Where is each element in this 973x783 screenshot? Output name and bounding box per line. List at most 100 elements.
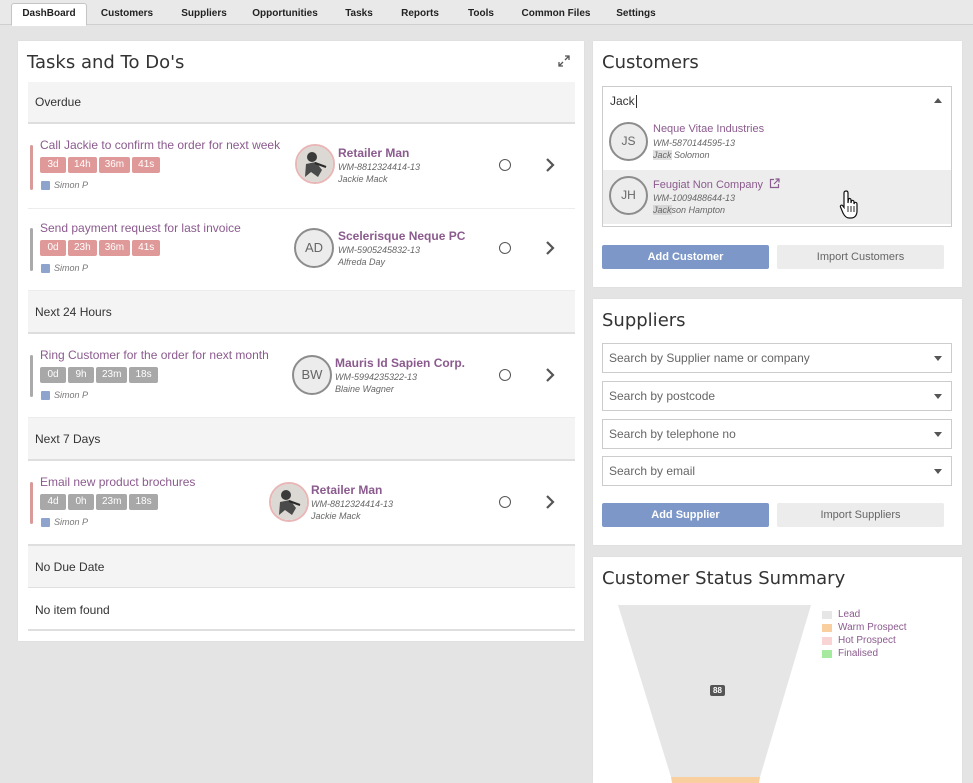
- task-priority-bar: [30, 145, 33, 190]
- customer-search-input[interactable]: Jack: [602, 86, 952, 116]
- complete-task-button[interactable]: [499, 242, 511, 254]
- countdown-seconds: 41s: [132, 157, 161, 173]
- task-title[interactable]: Email new product brochures: [40, 475, 195, 489]
- supplier-postcode-placeholder: Search by postcode: [609, 389, 716, 403]
- supplier-name-placeholder: Search by Supplier name or company: [609, 351, 810, 365]
- chevron-right-icon[interactable]: [545, 367, 555, 383]
- customers-panel: Customers Jack JS Neque Vitae Industries…: [593, 41, 962, 287]
- tab-opportunities[interactable]: Opportunities: [250, 4, 320, 24]
- customer-name[interactable]: Retailer Man: [338, 146, 409, 160]
- external-link-icon[interactable]: [769, 178, 780, 189]
- chevron-right-icon[interactable]: [545, 494, 555, 510]
- section-overdue: Overdue: [28, 82, 575, 124]
- suppliers-panel: Suppliers Search by Supplier name or com…: [593, 299, 962, 545]
- result-contact: Jackson Hampton: [653, 205, 726, 215]
- countdown-seconds: 41s: [132, 240, 161, 256]
- task-title[interactable]: Send payment request for last invoice: [40, 221, 241, 235]
- search-highlight: Jack: [653, 205, 672, 215]
- supplier-postcode-search[interactable]: Search by postcode: [602, 381, 952, 411]
- task-title[interactable]: Ring Customer for the order for next mon…: [40, 348, 269, 362]
- tab-reports[interactable]: Reports: [397, 4, 443, 24]
- funnel-segment-warm-prospect[interactable]: [671, 777, 760, 783]
- tab-tools[interactable]: Tools: [462, 4, 500, 24]
- owner-color-icon: [41, 180, 50, 190]
- customer-id: WM-8812324414-13: [338, 162, 421, 172]
- task-row: Email new product brochures 4d 0h 23m 18…: [28, 462, 575, 546]
- task-title[interactable]: Call Jackie to confirm the order for nex…: [40, 138, 280, 152]
- complete-task-button[interactable]: [499, 496, 511, 508]
- person-photo-icon: [297, 146, 333, 182]
- task-countdown: 0d 23h 36m 41s: [40, 240, 161, 256]
- legend-swatch: [822, 610, 832, 619]
- supplier-email-placeholder: Search by email: [609, 464, 696, 478]
- tasks-panel: Tasks and To Do's Overdue Call Jackie to…: [18, 41, 584, 641]
- section-no-due-date: No Due Date: [28, 546, 575, 588]
- empty-state-text: No item found: [28, 589, 575, 631]
- customer-name[interactable]: Mauris Id Sapien Corp.: [335, 356, 465, 370]
- legend-item-hot-prospect[interactable]: Hot Prospect: [822, 635, 896, 646]
- customer-name[interactable]: Retailer Man: [311, 483, 382, 497]
- tab-customers[interactable]: Customers: [96, 4, 158, 24]
- task-owner-name: Simon P: [54, 180, 89, 190]
- search-result-item[interactable]: JS Neque Vitae Industries WM-5870144595-…: [603, 115, 951, 170]
- avatar: BW: [292, 355, 332, 395]
- result-name[interactable]: Feugiat Non Company: [653, 178, 780, 191]
- countdown-hours: 9h: [68, 367, 94, 383]
- task-priority-bar: [30, 482, 33, 524]
- customer-search-value: Jack: [610, 94, 635, 108]
- avatar: AD: [294, 228, 334, 268]
- customer-contact: Jackie Mack: [311, 511, 361, 521]
- tab-common-files[interactable]: Common Files: [518, 4, 594, 24]
- chevron-up-icon[interactable]: [934, 98, 942, 103]
- tab-suppliers[interactable]: Suppliers: [176, 4, 232, 24]
- add-supplier-button[interactable]: Add Supplier: [602, 503, 769, 527]
- avatar: [295, 144, 335, 184]
- section-next-24-hours: Next 24 Hours: [28, 291, 575, 334]
- chevron-down-icon[interactable]: [934, 356, 942, 361]
- import-customers-button[interactable]: Import Customers: [777, 245, 944, 269]
- chevron-down-icon[interactable]: [934, 469, 942, 474]
- search-result-item-hovered[interactable]: JH Feugiat Non Company WM-1009488644-13 …: [603, 170, 951, 224]
- tab-dashboard[interactable]: DashBoard: [11, 3, 87, 26]
- supplier-email-search[interactable]: Search by email: [602, 456, 952, 486]
- expand-icon[interactable]: [558, 55, 570, 67]
- person-photo-icon: [271, 484, 307, 520]
- section-next-7-days: Next 7 Days: [28, 418, 575, 461]
- complete-task-button[interactable]: [499, 369, 511, 381]
- countdown-minutes: 36m: [98, 157, 131, 173]
- supplier-phone-search[interactable]: Search by telephone no: [602, 419, 952, 449]
- legend-item-warm-prospect[interactable]: Warm Prospect: [822, 622, 907, 633]
- countdown-days: 0d: [40, 240, 66, 256]
- task-owner: Simon P: [41, 390, 88, 400]
- task-priority-bar: [30, 228, 33, 271]
- result-name[interactable]: Neque Vitae Industries: [653, 123, 764, 135]
- countdown-days: 4d: [40, 494, 66, 510]
- add-customer-button[interactable]: Add Customer: [602, 245, 769, 269]
- chevron-down-icon[interactable]: [934, 394, 942, 399]
- import-suppliers-button[interactable]: Import Suppliers: [777, 503, 944, 527]
- countdown-hours: 23h: [68, 240, 97, 256]
- result-id: WM-1009488644-13: [653, 193, 736, 203]
- chevron-right-icon[interactable]: [545, 157, 555, 173]
- countdown-minutes: 36m: [98, 240, 131, 256]
- chevron-right-icon[interactable]: [545, 240, 555, 256]
- tasks-panel-title: Tasks and To Do's: [27, 52, 185, 73]
- status-panel-title: Customer Status Summary: [602, 568, 846, 589]
- tab-tasks[interactable]: Tasks: [339, 4, 379, 24]
- chevron-down-icon[interactable]: [934, 432, 942, 437]
- task-owner: Simon P: [41, 180, 88, 190]
- countdown-seconds: 18s: [129, 367, 158, 383]
- legend-item-finalised[interactable]: Finalised: [822, 648, 878, 659]
- suppliers-panel-title: Suppliers: [602, 310, 686, 331]
- funnel-count-badge: 88: [710, 685, 725, 696]
- legend-item-lead[interactable]: Lead: [822, 609, 860, 620]
- text-cursor: [635, 95, 637, 109]
- tab-settings[interactable]: Settings: [612, 4, 660, 24]
- customer-contact: Alfreda Day: [338, 257, 386, 267]
- owner-color-icon: [41, 390, 50, 400]
- customer-name[interactable]: Scelerisque Neque PC: [338, 229, 465, 243]
- task-owner-name: Simon P: [54, 263, 89, 273]
- customer-id: WM-5905245832-13: [338, 245, 421, 255]
- supplier-name-search[interactable]: Search by Supplier name or company: [602, 343, 952, 373]
- complete-task-button[interactable]: [499, 159, 511, 171]
